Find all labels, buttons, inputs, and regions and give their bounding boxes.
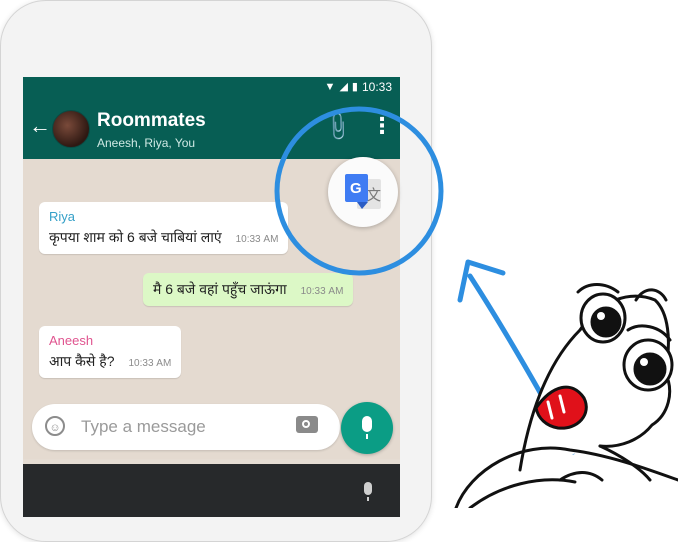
annotation-overlay (274, 106, 678, 508)
meme-face-illustration (454, 283, 678, 508)
highlight-circle (274, 106, 444, 276)
